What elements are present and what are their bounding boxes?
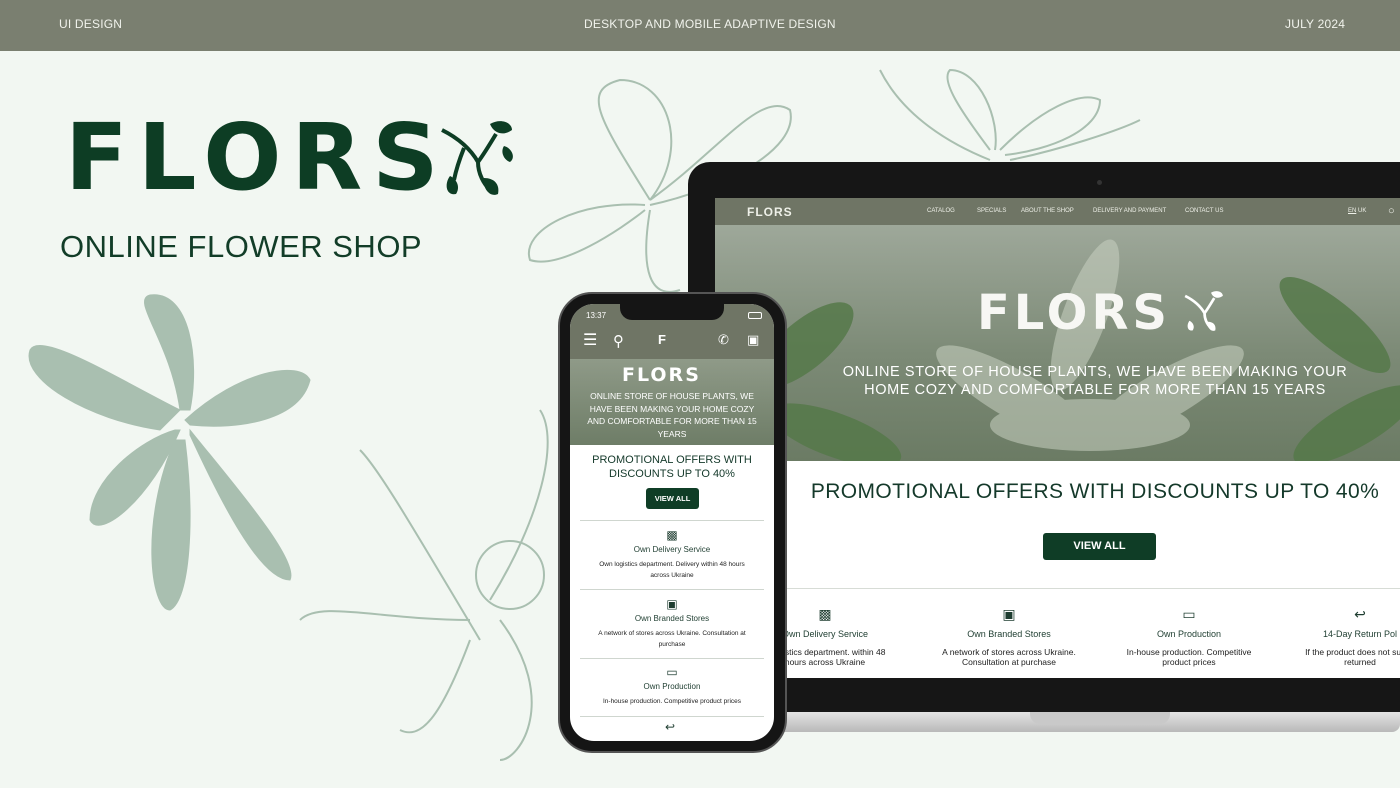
top-bar: UI DESIGN DESKTOP AND MOBILE ADAPTIVE DE… [0, 0, 1400, 51]
return-arrow-icon: ↩ [1354, 606, 1366, 622]
leaf-logo-icon [441, 121, 513, 195]
mobile-hero: FLORS ONLINE STORE OF HOUSE PLANTS, WE H… [570, 359, 774, 445]
label-adaptive-design: DESKTOP AND MOBILE ADAPTIVE DESIGN [584, 17, 836, 31]
desktop-hero: FLORS ONLINE STORE OF HOUSE PLANTS, WE H… [715, 225, 1400, 461]
return-arrow-icon: ↩ [665, 720, 676, 734]
divider [580, 658, 764, 659]
label-ui-design: UI DESIGN [59, 17, 123, 31]
feature-desc: A network of stores across Ukraine. Cons… [598, 630, 746, 648]
mobile-logo[interactable]: F [658, 332, 666, 347]
succulent-image [756, 239, 1400, 461]
hero-subtitle: ONLINE STORE OF HOUSE PLANTS, WE HAVE BE… [842, 364, 1348, 398]
view-all-button[interactable]: VIEW ALL [1043, 533, 1156, 560]
feature-title: Own Production [643, 682, 701, 691]
camera-dot [1097, 180, 1102, 185]
feature-production: ▭ Own Production In-house production. Co… [1117, 606, 1261, 667]
divider [580, 520, 764, 521]
divider [580, 716, 764, 717]
divider [580, 589, 764, 590]
feature-title: Own Production [1156, 629, 1222, 639]
nav-delivery[interactable]: DELIVERY AND PAYMENT [1093, 208, 1166, 214]
mobile-hero-subtitle: ONLINE STORE OF HOUSE PLANTS, WE HAVE BE… [587, 391, 757, 439]
feature-title: Own Delivery Service [633, 545, 711, 554]
promo-heading: PROMOTIONAL OFFERS WITH DISCOUNTS UP TO … [810, 480, 1380, 503]
desktop-logo[interactable]: FLORS [747, 205, 793, 219]
lang-en[interactable]: EN [1348, 208, 1356, 214]
mobile-hero-brand: FLORS [622, 364, 701, 386]
phone-notch [620, 304, 724, 320]
mobile-feature-production: ▭ Own Production In-house production. Co… [570, 665, 774, 707]
hero-leaf-icon [1184, 291, 1223, 331]
feature-desc: In-house production. Competitive product… [602, 698, 742, 705]
phone-screen: 13:37 ☰ ⚲ F ✆ ▣ FLORS ONLINE STORE OF HO… [570, 304, 774, 741]
lang-uk[interactable]: UK [1358, 208, 1366, 214]
feature-title: Own Branded Stores [967, 629, 1051, 639]
hero-brand: FLORS [977, 285, 1171, 341]
store-icon: ▣ [666, 597, 678, 611]
menu-icon[interactable]: ☰ [583, 333, 597, 349]
bookmark-icon: ▭ [1182, 606, 1196, 622]
nav-contact[interactable]: CONTACT US [1185, 208, 1223, 214]
phone-icon[interactable]: ✆ [718, 332, 729, 348]
brand-logo-text: FLORS [65, 104, 449, 211]
feature-return: ↩ 14-Day Return Pol If the product does … [1290, 606, 1400, 667]
label-date: JULY 2024 [1285, 17, 1346, 31]
feature-title: Own Branded Stores [634, 614, 710, 623]
mobile-feature-delivery: ▩ Own Delivery Service Own logistics dep… [570, 528, 774, 581]
nav-about[interactable]: ABOUT THE SHOP [1021, 208, 1074, 214]
tagline: ONLINE FLOWER SHOP [60, 229, 423, 264]
nav-specials[interactable]: SPECIALS [977, 208, 1006, 214]
divider [755, 588, 1400, 589]
mobile-view-all-button[interactable]: VIEW ALL [646, 488, 699, 509]
feature-desc: If the product does not sui be returned [1305, 647, 1400, 667]
mobile-promo-heading: PROMOTIONAL OFFERS WITH DISCOUNTS UP TO … [592, 454, 752, 480]
search-icon[interactable]: ⚲ [613, 332, 624, 350]
store-icon: ▣ [1002, 606, 1016, 622]
feature-desc: A network of stores across Ukraine. Cons… [942, 647, 1076, 667]
laptop-screen: FLORS CATALOG SPECIALS ABOUT THE SHOP DE… [715, 198, 1400, 678]
feature-desc: In-house production. Competitive product… [1126, 647, 1252, 667]
bookmark-icon: ▭ [666, 665, 678, 679]
desktop-navbar: FLORS CATALOG SPECIALS ABOUT THE SHOP DE… [715, 198, 1400, 225]
truck-icon: ▩ [666, 528, 678, 542]
mobile-feature-stores: ▣ Own Branded Stores A network of stores… [570, 597, 774, 650]
mobile-header: 13:37 ☰ ⚲ F ✆ ▣ [570, 304, 774, 359]
nav-catalog[interactable]: CATALOG [927, 208, 955, 214]
cart-icon[interactable]: ▣ [747, 332, 759, 348]
feature-title: 14-Day Return Pol [1322, 629, 1398, 639]
laptop-notch [1030, 712, 1170, 724]
feature-desc: Own logistics department. Delivery withi… [599, 561, 745, 579]
feature-stores: ▣ Own Branded Stores A network of stores… [933, 606, 1085, 667]
status-time: 13:37 [586, 311, 607, 320]
battery-icon [748, 312, 762, 319]
search-icon[interactable]: ○ [1388, 205, 1395, 217]
